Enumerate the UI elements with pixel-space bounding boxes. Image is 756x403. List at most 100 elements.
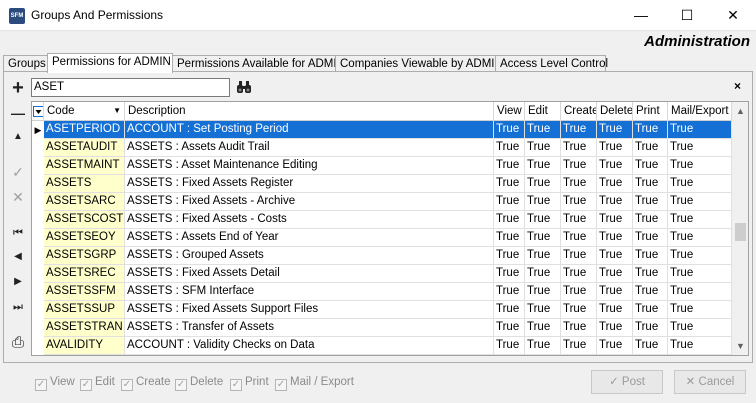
column-header-delete[interactable]: Delete (597, 102, 633, 121)
cell-create[interactable]: True (561, 319, 597, 337)
cell-edit[interactable]: True (525, 229, 561, 247)
cell-view[interactable]: True (494, 139, 525, 157)
cell-create[interactable]: True (561, 265, 597, 283)
column-header-print[interactable]: Print (633, 102, 668, 121)
cell-code[interactable]: AVALIDITY (44, 337, 125, 355)
cell-view[interactable]: True (494, 283, 525, 301)
cell-create[interactable]: True (561, 193, 597, 211)
previous-record-button[interactable]: ◀ (9, 248, 27, 266)
cell-create[interactable]: True (561, 175, 597, 193)
cell-mail-export[interactable]: True (668, 265, 732, 283)
row-indicator[interactable] (32, 301, 44, 319)
first-record-button[interactable]: ⏮ (9, 224, 27, 242)
table-row[interactable]: ASSETSSFM ASSETS : SFM Interface True True T… (32, 283, 732, 301)
cell-mail-export[interactable]: True (668, 121, 732, 139)
cell-edit[interactable]: True (525, 247, 561, 265)
cell-description[interactable]: ASSETS : Transfer of Assets (125, 319, 494, 337)
table-row[interactable]: ASSETSSUP ASSETS : Fixed Assets Support F… (32, 301, 732, 319)
checkbox-icon[interactable]: ✓ (80, 379, 92, 391)
minimize-button[interactable]: — (618, 0, 664, 31)
column-header-create[interactable]: Create (561, 102, 597, 121)
row-indicator[interactable] (32, 265, 44, 283)
cell-view[interactable]: True (494, 247, 525, 265)
binoculars-icon[interactable] (236, 80, 252, 94)
table-row[interactable]: ASSETSGRP ASSETS : Grouped Assets True True… (32, 247, 732, 265)
cell-view[interactable]: True (494, 229, 525, 247)
row-indicator[interactable] (32, 283, 44, 301)
cell-edit[interactable]: True (525, 337, 561, 355)
confirm-button[interactable]: ✓ (9, 163, 27, 181)
row-indicator[interactable] (32, 139, 44, 157)
filter-input[interactable]: ASET (31, 78, 230, 97)
table-row[interactable]: ASSETSCOST ASSETS : Fixed Assets - Costs T… (32, 211, 732, 229)
check-mail-export[interactable]: ✓ Mail / Export (275, 375, 354, 391)
row-indicator[interactable] (32, 193, 44, 211)
table-row[interactable]: ASSETS ASSETS : Fixed Assets Register True… (32, 175, 732, 193)
cell-view[interactable]: True (494, 301, 525, 319)
table-row[interactable]: ASSETSREC ASSETS : Fixed Assets Detail Tru… (32, 265, 732, 283)
cell-description[interactable]: ASSETS : Grouped Assets (125, 247, 494, 265)
row-indicator[interactable] (32, 229, 44, 247)
cell-edit[interactable]: True (525, 193, 561, 211)
check-create[interactable]: ✓ Create (121, 375, 171, 391)
cell-description[interactable]: ASSETS : Fixed Assets Support Files (125, 301, 494, 319)
cell-view[interactable]: True (494, 265, 525, 283)
cell-description[interactable]: ASSETS : SFM Interface (125, 283, 494, 301)
cell-print[interactable]: True (633, 337, 668, 355)
maximize-button[interactable]: ☐ (664, 0, 710, 31)
cell-delete[interactable]: True (597, 337, 633, 355)
cell-print[interactable]: True (633, 229, 668, 247)
cell-print[interactable]: True (633, 301, 668, 319)
check-delete[interactable]: ✓ Delete (175, 375, 223, 391)
table-row[interactable]: ASSETSTRAN ASSETS : Transfer of Assets Tru… (32, 319, 732, 337)
cell-description[interactable]: ASSETS : Assets Audit Trail (125, 139, 494, 157)
cell-code[interactable]: ASSETSEOY (44, 229, 125, 247)
cell-view[interactable]: True (494, 193, 525, 211)
table-row[interactable]: ASSETMAINT ASSETS : Asset Maintenance Edi… (32, 157, 732, 175)
clear-filter-button[interactable]: × (734, 79, 741, 93)
cell-code[interactable]: ASETPERIOD (44, 121, 125, 139)
table-row[interactable]: AVALIDITY ACCOUNT : Validity Checks on Da… (32, 337, 732, 355)
cell-mail-export[interactable]: True (668, 301, 732, 319)
checkbox-icon[interactable]: ✓ (121, 379, 133, 391)
cell-edit[interactable]: True (525, 301, 561, 319)
cell-print[interactable]: True (633, 247, 668, 265)
cell-delete[interactable]: True (597, 193, 633, 211)
cell-description[interactable]: ASSETS : Assets End of Year (125, 229, 494, 247)
tab-permissions-for-admin[interactable]: Permissions for ADMIN (47, 53, 173, 73)
scroll-up-arrow-icon[interactable]: ▲ (732, 103, 748, 120)
cell-description[interactable]: ASSETS : Fixed Assets Register (125, 175, 494, 193)
cell-view[interactable]: True (494, 157, 525, 175)
cell-edit[interactable]: True (525, 283, 561, 301)
cell-view[interactable]: True (494, 211, 525, 229)
cell-print[interactable]: True (633, 265, 668, 283)
cell-description[interactable]: ACCOUNT : Validity Checks on Data (125, 337, 494, 355)
cell-description[interactable]: ASSETS : Fixed Assets Detail (125, 265, 494, 283)
checkbox-icon[interactable]: ✓ (35, 379, 47, 391)
cell-edit[interactable]: True (525, 175, 561, 193)
cell-create[interactable]: True (561, 301, 597, 319)
table-row[interactable]: ASSETSARC ASSETS : Fixed Assets - Archive… (32, 193, 732, 211)
cell-code[interactable]: ASSETSSUP (44, 301, 125, 319)
move-up-button[interactable]: ▲ (9, 128, 27, 146)
column-chooser-icon[interactable] (32, 102, 44, 121)
cell-code[interactable]: ASSETSREC (44, 265, 125, 283)
cell-edit[interactable]: True (525, 211, 561, 229)
cell-mail-export[interactable]: True (668, 337, 732, 355)
cell-print[interactable]: True (633, 139, 668, 157)
cell-edit[interactable]: True (525, 319, 561, 337)
cell-delete[interactable]: True (597, 229, 633, 247)
cancel-button[interactable]: ✕ Cancel (674, 370, 746, 394)
cell-print[interactable]: True (633, 157, 668, 175)
cell-mail-export[interactable]: True (668, 247, 732, 265)
cell-edit[interactable]: True (525, 139, 561, 157)
row-indicator[interactable] (32, 247, 44, 265)
cell-description[interactable]: ASSETS : Fixed Assets - Archive (125, 193, 494, 211)
cell-description[interactable]: ASSETS : Fixed Assets - Costs (125, 211, 494, 229)
cell-edit[interactable]: True (525, 157, 561, 175)
cell-view[interactable]: True (494, 337, 525, 355)
cell-mail-export[interactable]: True (668, 283, 732, 301)
cell-print[interactable]: True (633, 211, 668, 229)
cell-print[interactable]: True (633, 193, 668, 211)
cell-mail-export[interactable]: True (668, 193, 732, 211)
